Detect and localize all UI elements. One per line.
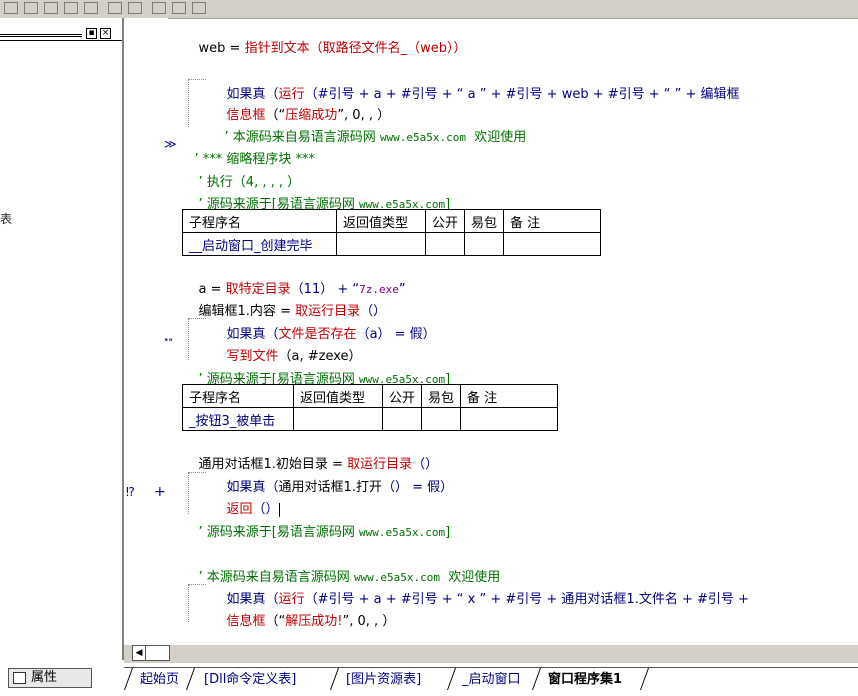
table-header: 子程序名 xyxy=(182,209,337,233)
minimize-button[interactable]: ▪ xyxy=(86,28,97,39)
table-header: 公开 xyxy=(381,384,423,408)
tab-separator xyxy=(531,668,550,690)
table-header: 备 注 xyxy=(460,384,559,408)
table-header: 子程序名 xyxy=(182,384,294,408)
tab-start-page[interactable]: 起始页 xyxy=(140,670,179,690)
tab-startup-window[interactable]: _启动窗口 xyxy=(462,670,521,690)
block-guide xyxy=(188,318,206,319)
close-button[interactable]: × xyxy=(100,28,111,39)
same-width-icon[interactable] xyxy=(108,2,122,14)
panel-grip xyxy=(0,34,82,37)
panel-titlebar: ▪ × xyxy=(0,25,120,41)
code-line: ’ 源码来源于[易语言源码网 www.e5a5x.com] xyxy=(198,525,451,540)
panel-stray-text: 表 xyxy=(0,212,13,226)
align-center-icon[interactable] xyxy=(24,2,38,14)
code-line: web = 指针到文本（取路径文件名_（web）） xyxy=(198,41,467,56)
center-icon[interactable] xyxy=(192,2,206,14)
tab-window-assembly[interactable]: 窗口程序集1 xyxy=(548,670,622,690)
table-header: 返回值类型 xyxy=(293,384,383,408)
panel-divider xyxy=(0,40,122,41)
code-line: 信息框（“解压成功!”, 0, , ） xyxy=(226,614,396,629)
block-guide xyxy=(188,79,189,127)
properties-tab-label: 属性 xyxy=(31,670,58,685)
tab-image-resources[interactable]: [图片资源表] xyxy=(346,670,421,690)
editor-tabs: 起始页 [Dll命令定义表] [图片资源表] _启动窗口 窗口程序集1 xyxy=(123,667,858,696)
h-center-icon[interactable] xyxy=(152,2,166,14)
subroutine-name[interactable]: _按钮3_被单击 xyxy=(182,407,294,431)
table-cell[interactable] xyxy=(464,232,505,256)
table-cell[interactable] xyxy=(381,407,423,431)
subroutine-table: 子程序名 返回值类型 公开 易包 备 注 _按钮3_被单击 xyxy=(182,384,559,431)
subroutine-table: 子程序名 返回值类型 公开 易包 备 注 __启动窗口_创建完毕 xyxy=(182,209,602,256)
scroll-left-button[interactable]: ◀ xyxy=(132,645,146,661)
table-header: 公开 xyxy=(424,209,466,233)
table-header: 备 注 xyxy=(503,209,602,233)
block-guide xyxy=(188,584,206,585)
horizontal-scrollbar[interactable]: ◀ xyxy=(124,645,858,663)
table-cell[interactable] xyxy=(293,407,383,431)
align-right-icon[interactable] xyxy=(44,2,58,14)
same-height-icon[interactable] xyxy=(128,2,142,14)
tab-separator xyxy=(639,668,658,690)
block-guide xyxy=(188,472,206,473)
properties-tab[interactable]: 属性 xyxy=(8,668,92,688)
code-margin: ≫ ⁍⁍ ⁉ + xyxy=(124,18,177,645)
block-guide xyxy=(188,472,189,514)
subroutine-name[interactable]: __启动窗口_创建完毕 xyxy=(182,232,337,256)
tab-separator xyxy=(329,668,348,690)
tab-separator xyxy=(185,668,204,690)
block-guide xyxy=(188,584,189,622)
table-cell[interactable] xyxy=(503,232,602,256)
scroll-thumb[interactable] xyxy=(146,645,170,661)
table-cell[interactable] xyxy=(460,407,559,431)
properties-icon xyxy=(13,672,26,684)
table-cell[interactable] xyxy=(424,232,466,256)
table-header: 易包 xyxy=(421,384,462,408)
table-cell[interactable] xyxy=(421,407,462,431)
tab-dll-commands[interactable]: [Dll命令定义表] xyxy=(204,670,296,690)
table-header: 返回值类型 xyxy=(336,209,426,233)
left-panel: ▪ × 表 xyxy=(0,18,124,660)
tab-separator xyxy=(123,668,142,690)
code-editor[interactable]: web = 指针到文本（取路径文件名_（web）） 如果真（运行（#引号 + a… xyxy=(168,18,858,645)
table-header: 易包 xyxy=(464,209,505,233)
align-bottom-icon[interactable] xyxy=(84,2,98,14)
add-line-icon[interactable]: + xyxy=(154,484,166,500)
table-cell[interactable] xyxy=(336,232,426,256)
breakpoint-icon[interactable]: ⁉ xyxy=(126,485,135,499)
align-top-icon[interactable] xyxy=(64,2,78,14)
align-left-icon[interactable] xyxy=(4,2,18,14)
block-guide xyxy=(188,318,189,360)
layout-toolbar xyxy=(0,0,858,19)
v-center-icon[interactable] xyxy=(172,2,186,14)
block-guide xyxy=(188,79,206,80)
